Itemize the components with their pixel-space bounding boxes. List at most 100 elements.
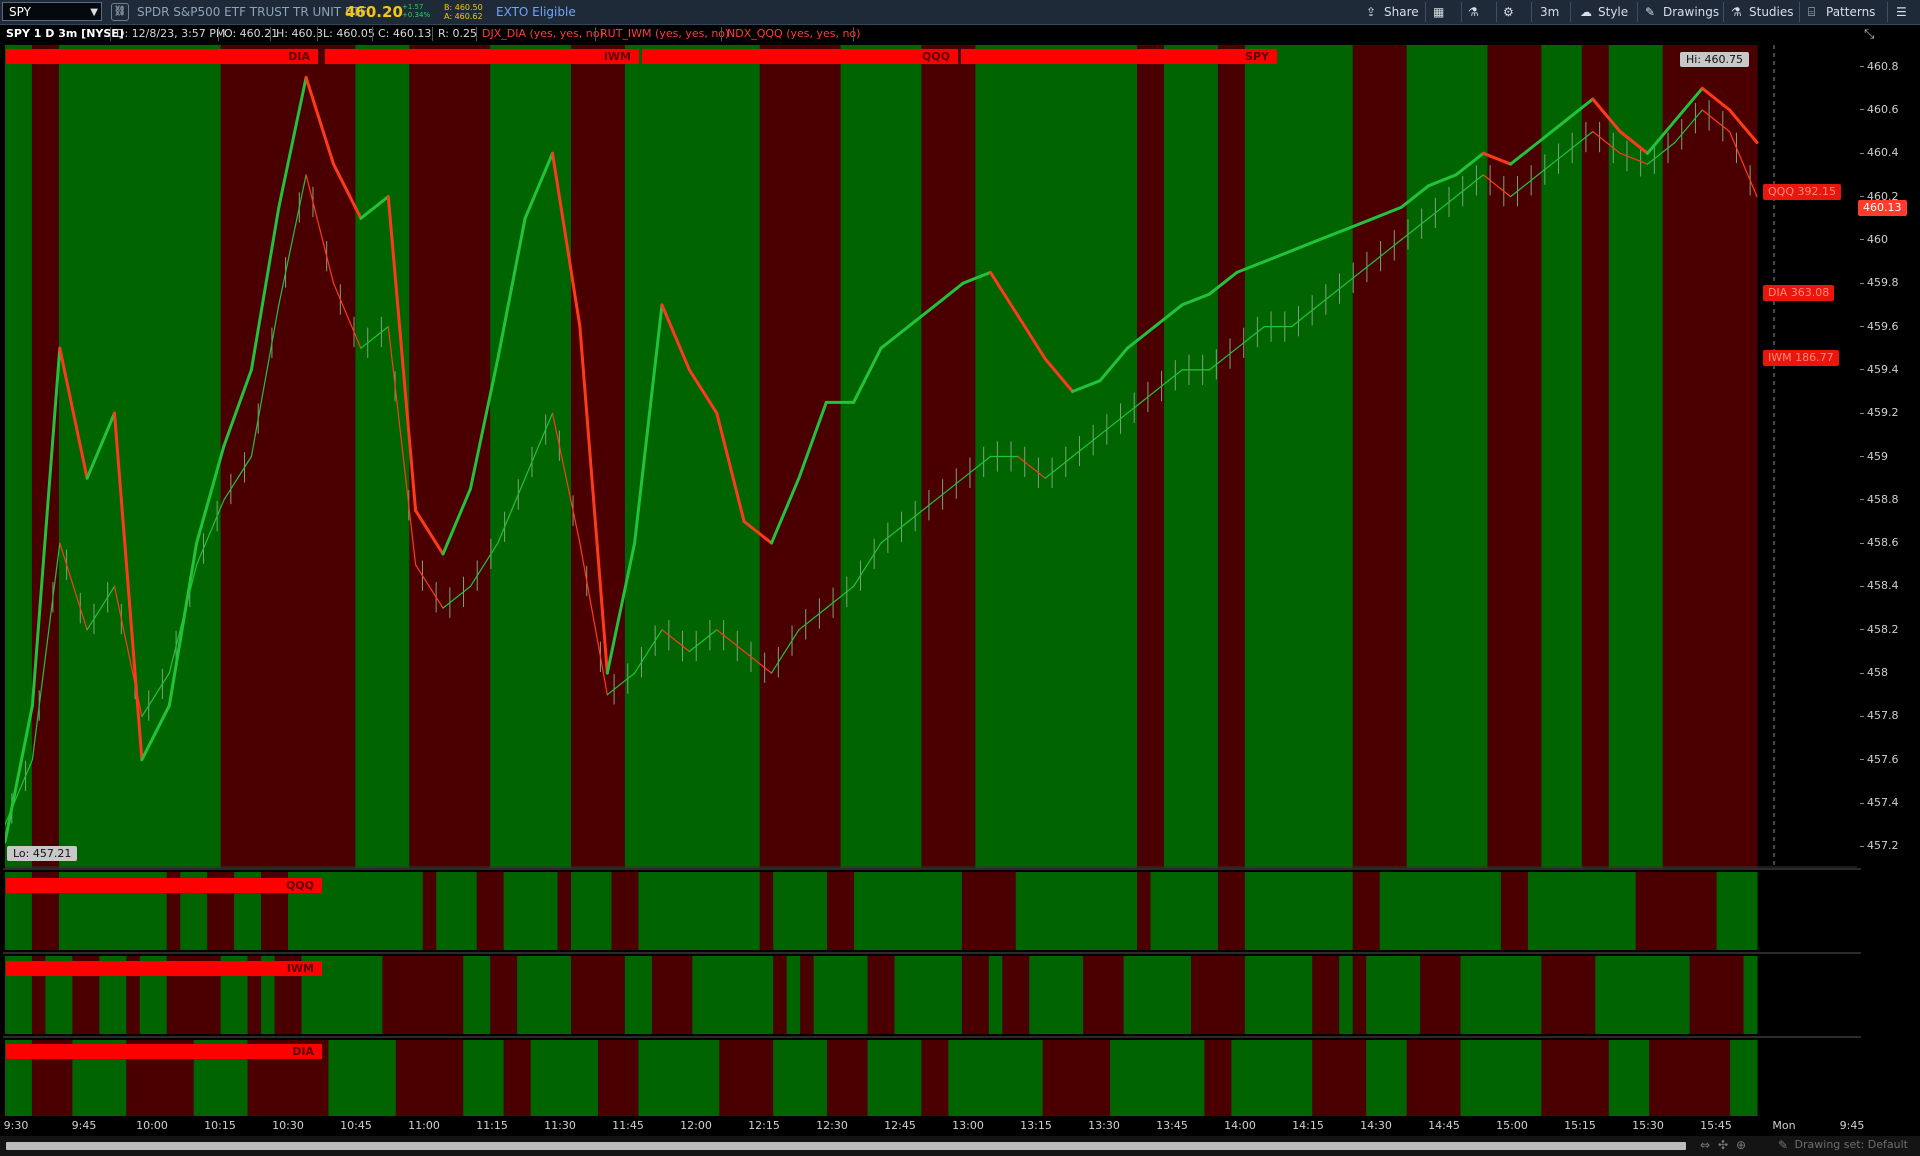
signal-band-up [1029,1040,1044,1116]
signal-band-up [948,1040,963,1116]
signal-band-up [1285,45,1300,868]
share-button[interactable]: ⇪ Share [1366,0,1419,24]
panel-divider[interactable] [3,952,1861,954]
signal-band-up [544,956,559,1034]
signal-band-down [220,45,235,868]
signal-band-down [961,956,976,1034]
price-axis-tick: 458.6 [1860,536,1899,549]
signal-band-down [1500,872,1516,950]
signal-band-up [651,872,666,950]
tick-label: 457.2 [1867,839,1899,853]
price-axis-tick: 459 [1860,450,1888,463]
signal-band-up [99,45,114,868]
signal-band-down [624,872,640,950]
share-icon: ⇪ [1366,5,1377,19]
signal-band-down [1420,956,1435,1034]
signal-band-up [678,872,693,950]
chart-settings-icon[interactable]: ⤡ [1864,27,1874,42]
signal-band-down [1069,1040,1084,1116]
signal-band-up [840,956,855,1034]
timeframe-button[interactable]: 3m [1540,0,1559,24]
tick-label: 457.8 [1867,709,1899,723]
drawing-set-label[interactable]: Drawing set: Default [1795,1138,1908,1151]
signal-band-up [1096,872,1111,950]
time-axis-label: 14:45 [1428,1119,1460,1132]
signal-band-up [544,1040,559,1116]
grid-icon[interactable]: ▦ [1433,0,1453,24]
symbol-selector[interactable]: SPY ▼ [2,2,102,21]
signal-band-down [1339,1040,1354,1116]
time-axis-label: 10:00 [136,1119,168,1132]
main-price-panel[interactable] [5,45,1857,868]
signal-band-down [665,956,680,1034]
signal-band-up [732,45,747,868]
signal-band-up [368,872,383,950]
signal-band-down [773,45,788,868]
signal-band-up [1447,872,1462,950]
price-chart[interactable] [5,45,1857,868]
toolbar-divider [1425,2,1426,22]
info-date: D: 12/8/23, 3:57 PM [116,27,226,40]
chevron-down-icon[interactable]: ▼ [90,3,98,22]
pencil-icon[interactable]: ✎ [1778,1138,1788,1152]
signal-band-up [1015,1040,1030,1116]
signal-band-up [1662,956,1677,1034]
chart-title[interactable]: SPY 1 D 3m [NYSE] [6,25,124,43]
signal-band-up [1366,956,1381,1034]
signal-band-up [894,956,909,1034]
signal-band-down [1447,1040,1462,1116]
signal-band-up [1608,45,1623,868]
signal-band-up [5,45,20,868]
time-axis[interactable]: 9:30 9:45 10:00 10:15 10:30 10:45 11:00 11:15 11… [0,1117,1920,1135]
patterns-button[interactable]: ⌸ Patterns [1808,0,1875,24]
study-ndx-qqq[interactable]: NDX_QQQ (yes, yes, no) [727,25,861,43]
style-button[interactable]: ☁ Style [1580,0,1628,24]
signal-band-up [1164,45,1179,868]
signal-band-down [719,1040,734,1116]
signal-band-up [854,872,869,950]
zoom-icon[interactable]: ⊕ [1736,1138,1746,1152]
study-djx-dia[interactable]: DJX_DIA (yes, yes, no) [482,25,604,43]
panel-divider[interactable] [3,1036,1861,1038]
expand-icon[interactable]: ⇔ [1700,1138,1710,1152]
flask-icon[interactable]: ⚗ [1468,0,1488,24]
signal-band-down [867,956,882,1034]
studies-button[interactable]: ⚗ Studies [1731,0,1794,24]
signal-band-up [1473,1040,1489,1116]
signal-band-down [571,956,586,1034]
tick-mark [1860,196,1864,198]
price-axis[interactable]: 460.8 460.6 460.4 460.2 460 459.8 459.6 459.4 45… [1860,45,1920,865]
signal-band-up [678,1040,693,1116]
signal-band-down [1689,872,1704,950]
signal-band-down [597,1040,613,1116]
signal-band-up [1029,45,1044,868]
horizontal-scrollbar[interactable] [6,1142,1686,1150]
signal-band-down [490,872,505,950]
signal-band-up [854,45,869,868]
info-divider [721,27,722,41]
signal-band-up [1406,45,1421,868]
symbol-description: SPDR S&P500 ETF TRUST TR UNIT ETF [137,5,367,19]
signal-band-down [1568,956,1583,1034]
signal-band-down [1110,956,1125,1034]
signal-band-up [678,45,693,868]
signal-band-up [907,956,923,1034]
studies-label: Studies [1749,5,1794,19]
gear-icon[interactable]: ⚙ [1503,0,1523,24]
signal-band-up [584,872,599,950]
time-axis-label: 9:30 [3,1119,29,1132]
price-axis-tick: 458.4 [1860,579,1899,592]
panel-divider[interactable] [3,868,1861,870]
signal-band-down [786,45,801,868]
link-icon[interactable]: ⛓ [111,3,129,21]
time-axis-label: 11:45 [612,1119,644,1132]
menu-icon[interactable]: ☰ [1896,0,1916,24]
crosshair-icon[interactable]: ✣ [1718,1138,1728,1152]
time-axis-label: 13:15 [1020,1119,1052,1132]
pct-change-value: +0.34% [402,11,431,19]
signal-band-up [1285,1040,1300,1116]
style-icon: ☁ [1580,5,1592,19]
drawings-button[interactable]: ✎ Drawings [1645,0,1719,24]
signal-band-up [1730,1040,1745,1116]
study-rut-iwm[interactable]: RUT_IWM (yes, yes, no) [600,25,729,43]
